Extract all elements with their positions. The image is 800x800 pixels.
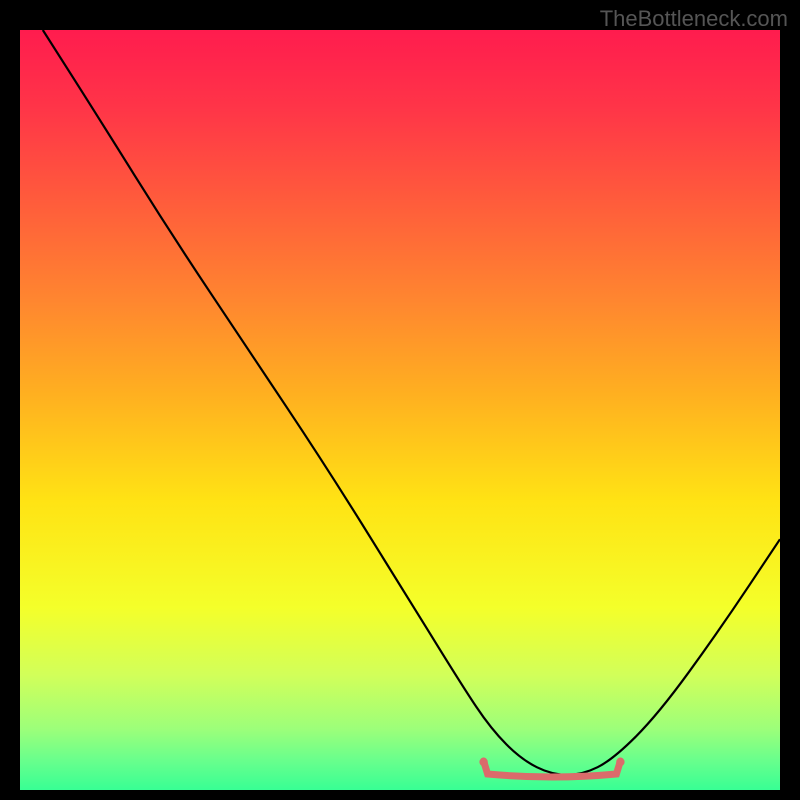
gradient-bg [20,30,780,790]
chart-container: TheBottleneck.com [0,0,800,800]
plot-area [20,30,780,790]
chart-svg [20,30,780,790]
watermark-text: TheBottleneck.com [600,6,788,32]
